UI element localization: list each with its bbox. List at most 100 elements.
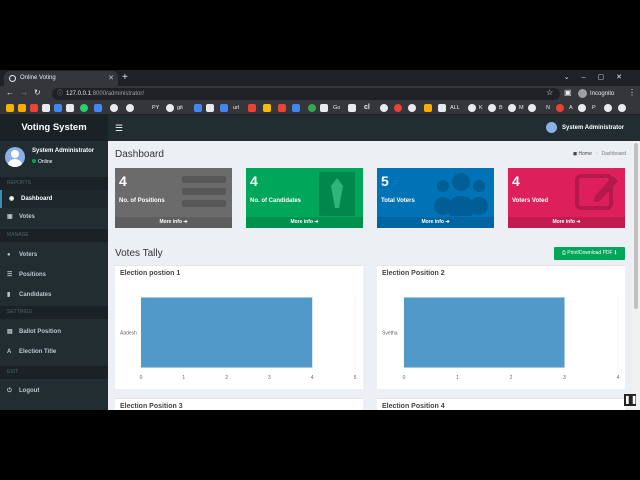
bookmark-label[interactable]: A [569,103,573,113]
bookmark-icon[interactable] [320,104,328,112]
section-settings: SETTINGS [0,306,108,319]
bar[interactable] [404,297,565,368]
section-manage: MANAGE [0,229,108,242]
google-icon[interactable] [126,104,134,112]
x-tick-label: 3 [268,375,271,381]
sidebar-item-candidates[interactable]: ▮ Candidates [0,286,108,304]
bookmark-label[interactable]: P [592,103,596,113]
google-icon[interactable] [508,104,516,112]
scrollbar[interactable] [632,141,640,410]
bookmark-label[interactable]: B [499,103,503,113]
forward-icon[interactable]: → [20,88,28,97]
bookmark-label[interactable]: N [546,103,550,113]
bookmark-icon[interactable] [30,104,38,112]
sidebar-item-label: Positions [19,272,47,278]
bookmark-icon[interactable] [18,104,26,112]
sidebar-item-election-title[interactable]: A Election Title [0,343,108,361]
sidebar-item-label: Ballot Position [19,329,61,335]
bookmark-icon[interactable] [42,104,50,112]
sidepanel-icon[interactable]: ▣ [564,88,572,97]
chart-title: Election Position 4 [382,403,445,410]
google-icon[interactable] [604,104,612,112]
new-tab-icon[interactable]: + [122,70,128,85]
whatsapp-icon[interactable] [80,104,88,112]
breadcrumb-home[interactable]: Home [579,151,592,157]
reload-icon[interactable]: ↻ [34,88,41,97]
window-controls[interactable]: ⌄–▢✕ [564,70,634,85]
bookmark-star-icon[interactable]: ☆ [546,88,553,97]
sidebar-item-positions[interactable]: ☰ Positions [0,266,108,284]
sidebar-toggle-icon[interactable]: ☰ [115,115,123,141]
youtube-icon[interactable] [248,104,256,112]
sidebar-item-voters[interactable]: ● Voters [0,246,108,264]
bookmark-icon[interactable] [263,104,271,112]
bookmark-icon[interactable] [206,104,214,112]
bookmark-icon[interactable] [292,104,300,112]
chart-box: Election postion 1 0 1 2 3 4 5 Aadesh [115,265,363,389]
bookmark-icon[interactable] [194,104,202,112]
url-field[interactable]: ⓘ 127.0.0.1:8000/administrator/ [52,88,560,100]
bookmark-icon[interactable] [394,104,402,112]
dashboard-icon: ◉ [9,196,15,202]
bookmark-icon[interactable] [220,104,228,112]
breadcrumb: ◼ Home › Dashboard [572,151,626,157]
lock-icon: ▣ [7,214,13,220]
scrollbar-thumb[interactable] [634,143,638,309]
google-icon[interactable] [468,104,476,112]
google-icon[interactable] [618,104,626,112]
bookmark-icon[interactable] [94,104,102,112]
pause-icon[interactable]: ❚❚ [624,394,637,406]
bookmark-icon[interactable] [556,104,564,112]
bookmark-label[interactable]: Go [333,103,340,113]
bookmark-label[interactable]: PY [152,103,159,113]
more-info-link[interactable]: More info ➔ [508,217,625,228]
power-icon: ⏻ [7,388,12,394]
bar[interactable] [141,297,313,368]
sidebar-item-logout[interactable]: ⏻ Logout [0,382,108,400]
chart-title: Election Position 3 [120,403,183,410]
google-icon[interactable] [166,104,174,112]
bar-chart: 0 1 2 3 4 Svetha [382,296,620,381]
bookmark-icon[interactable] [278,104,286,112]
admin-avatar[interactable] [546,122,557,133]
print-pdf-button[interactable]: ⎙ Print/Download PDF ⬇ [554,247,625,260]
google-icon[interactable] [528,104,536,112]
more-info-link[interactable]: More info ➔ [246,217,363,228]
bookmark-label[interactable]: url [233,103,239,113]
more-info-link[interactable]: More info ➔ [115,217,232,228]
incognito-indicator[interactable]: Incognito [578,88,614,100]
google-icon[interactable] [578,104,586,112]
bookmark-icon[interactable] [348,104,356,112]
x-tick-label: 2 [225,375,228,381]
bookmark-label[interactable]: K [479,103,483,113]
google-icon[interactable] [488,104,496,112]
bookmark-icon[interactable] [66,104,74,112]
close-tab-icon[interactable]: ✕ [108,71,114,86]
google-icon[interactable] [110,104,118,112]
bookmark-label[interactable]: ALL [450,103,460,113]
sidebar-item-ballot-position[interactable]: ▤ Ballot Position [0,323,108,341]
sidebar-item-votes[interactable]: ▣ Votes [0,208,108,226]
tasks-icon: ☰ [7,272,13,278]
category-label: Aadesh [120,331,137,337]
menu-dots-icon[interactable]: ⋮ [628,88,636,97]
sidebar-item-dashboard[interactable]: ◉ Dashboard [0,190,108,208]
more-info-link[interactable]: More info ➔ [377,217,494,228]
sidebar-item-label: Votes [19,214,35,220]
sidebar-item-label: Election Title [19,349,57,355]
bookmark-icon[interactable] [424,104,432,112]
brand-logo[interactable]: Voting System [0,115,108,141]
bookmark-icon[interactable] [438,104,446,112]
bookmark-label[interactable]: M [519,103,524,113]
browser-tab[interactable]: Online Voting ✕ [4,71,118,86]
tasks-icon [182,176,226,207]
google-icon[interactable] [408,104,416,112]
bookmark-label[interactable]: git [177,103,183,113]
bookmark-icon[interactable] [6,104,14,112]
google-icon[interactable] [380,104,388,112]
bookmark-icon[interactable] [308,104,316,112]
bookmark-label[interactable]: cl [364,103,370,113]
bookmark-icon[interactable] [54,104,62,112]
admin-name[interactable]: System Administrator [562,115,624,141]
back-icon[interactable]: ← [6,88,14,97]
